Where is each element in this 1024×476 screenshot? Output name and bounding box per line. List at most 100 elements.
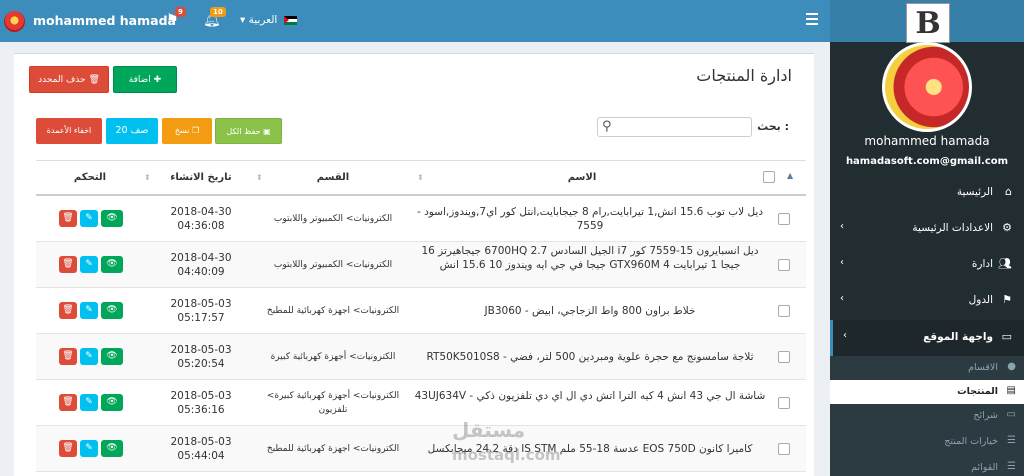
submenu-item-slides[interactable]: شرائح ▭ [830,404,1024,428]
submenu-item-label: الاقسام [968,362,998,373]
sidebar-item-countries[interactable]: ‹ الدول ⚑ [830,283,1024,319]
product-category: الكترونيات> اجهزة كهربائية للمطبخ [266,306,400,316]
view-row-button[interactable]: 👁︎ [101,256,123,273]
flag-icon: ⚑ [1002,293,1012,306]
submenu-item-products[interactable]: المنتجات ▤ [830,380,1024,404]
product-date: 2018-04-30 [170,252,232,264]
sidebar-item-admin[interactable]: ‹ ادارة 👥︎ [830,247,1024,283]
product-time: 04:36:08 [177,220,225,232]
sidebar-item-home[interactable]: الرئيسية ⌂ [830,175,1024,211]
edit-row-button[interactable]: ✎ [80,348,98,365]
row-checkbox[interactable] [778,351,790,363]
hamburger-menu-icon[interactable] [806,13,818,28]
save-all-button[interactable]: حفظ الكل ▣ [215,118,282,144]
submenu-item-label: المنتجات [957,386,998,397]
submenu-item-label: القوائم [971,462,998,473]
select-all-checkbox[interactable] [763,171,775,183]
save-all-label: حفظ الكل [226,127,261,136]
file-icon: ▤ [1006,385,1016,396]
product-time: 05:17:57 [177,312,225,324]
products-box: ادارة المنتجات حذف المحدد 🗑︎ اضافة ✚ اخف… [14,53,814,476]
edit-row-button[interactable]: ✎ [80,302,98,319]
sidebar-item-settings[interactable]: ‹ الاعدادات الرئيسية ⚙ [830,211,1024,247]
table-row: خلاط براون 800 واط الزجاجي، ابيض - JB306… [36,288,806,334]
chevron-left-icon: ‹ [840,221,844,232]
delete-row-button[interactable]: 🗑︎ [59,302,77,319]
monitor-icon: ▭ [1001,330,1012,343]
list-icon: ☰ [1007,435,1016,446]
product-time: 05:36:16 [177,404,225,416]
chevron-down-icon: ‹ [843,330,847,341]
delete-selected-button[interactable]: حذف المحدد 🗑︎ [29,66,109,93]
rows-per-page-button[interactable]: 20 صف [106,118,158,144]
column-name[interactable]: الاسم [412,172,752,183]
view-row-button[interactable]: 👁︎ [101,348,123,365]
sidebar-item-label: واجهة الموقع [923,331,993,343]
sort-icon[interactable]: ⬍ [144,173,151,182]
product-category: الكترونيات> الكمبيوتر واللابتوب [273,260,393,270]
sidebar-item-label: الاعدادات الرئيسية [912,222,993,234]
product-date: 2018-05-03 [170,298,232,310]
column-control: التحكم [73,172,107,183]
sidebar-item-label: الرئيسية [956,186,993,198]
file-excel-icon: ▣ [263,127,271,136]
submenu-item-categories[interactable]: الاقسام ● [830,356,1024,380]
header-user-name[interactable]: mohammed hamada [33,13,176,28]
sort-asc-icon[interactable]: ▲ [787,171,793,180]
tag-icon: ● [1007,361,1016,372]
submenu-item-product-options[interactable]: خيارات المنتج ☰ [830,430,1024,454]
view-row-button[interactable]: 👁︎ [101,210,123,227]
language-label: العربية [248,14,278,26]
edit-row-button[interactable]: ✎ [80,210,98,227]
add-label: اضافة [128,75,151,85]
sidebar-item-frontend[interactable]: ‹ واجهة الموقع ▭ [830,320,1024,356]
trash-icon: 🗑︎ [88,75,100,85]
user-avatar[interactable] [4,11,25,32]
copy-button[interactable]: نسخ ❐ [162,118,212,144]
edit-row-button[interactable]: ✎ [80,394,98,411]
view-row-button[interactable]: 👁︎ [101,394,123,411]
delete-selected-label: حذف المحدد [38,75,86,85]
add-button[interactable]: اضافة ✚ [113,66,177,93]
row-checkbox[interactable] [778,443,790,455]
home-icon: ⌂ [1005,185,1012,198]
table-row: ثلاجة سامسونج مع حجرة علوية ومبردين 500 … [36,334,806,380]
product-date: 2018-04-30 [170,206,232,218]
caret-down-icon: ▾ [240,14,246,26]
delete-row-button[interactable]: 🗑︎ [59,210,77,227]
edit-row-button[interactable]: ✎ [80,256,98,273]
search-label: بحث : [757,120,789,133]
row-checkbox[interactable] [778,397,790,409]
product-category: الكترونيات> الكمبيوتر واللابتوب [273,214,393,224]
table-row: ديل لاب توب 15.6 انش,1 تيرابايت,رام 8 جي… [36,196,806,242]
row-checkbox[interactable] [778,305,790,317]
delete-row-button[interactable]: 🗑︎ [59,394,77,411]
view-row-button[interactable]: 👁︎ [101,440,123,457]
row-checkbox[interactable] [778,259,790,271]
bell-badge: 10 [210,7,226,17]
product-category: الكترونيات> أجهزة كهربائية كبيرة> تلفزيو… [266,391,400,415]
chevron-left-icon: ‹ [840,293,844,304]
logo[interactable]: B [906,3,950,43]
product-category: الكترونيات> اجهزة كهربائية للمطبخ [266,444,400,454]
language-selector[interactable]: ▾ العربية [240,14,297,26]
row-checkbox[interactable] [778,213,790,225]
view-row-button[interactable]: 👁︎ [101,302,123,319]
product-time: 05:44:04 [177,450,225,462]
sort-icon[interactable]: ⬍ [417,173,424,182]
product-name: ثلاجة سامسونج مع حجرة علوية ومبردين 500 … [426,351,754,363]
delete-row-button[interactable]: 🗑︎ [59,348,77,365]
submenu-item-menus[interactable]: القوائم ☰ [830,456,1024,476]
delete-row-button[interactable]: 🗑︎ [59,440,77,457]
column-category[interactable]: القسم [257,172,409,183]
column-created[interactable]: تاريخ الانشاء [146,172,256,183]
search-input[interactable]: ⚲ [597,117,752,137]
edit-row-button[interactable]: ✎ [80,440,98,457]
delete-row-button[interactable]: 🗑︎ [59,256,77,273]
table-row: ديل انسبايرون 15-7559 كور i7 الجيل الساد… [36,242,806,288]
sort-icon[interactable]: ⬍ [256,173,263,182]
hide-columns-button[interactable]: اخفاء الأعمدة [36,118,102,144]
sidebar-item-label: الدول [968,294,993,306]
submenu-item-label: شرائح [973,410,998,421]
product-name: شاشة ال جي 43 انش 4 كيه الترا اتش دي ال … [414,390,766,402]
